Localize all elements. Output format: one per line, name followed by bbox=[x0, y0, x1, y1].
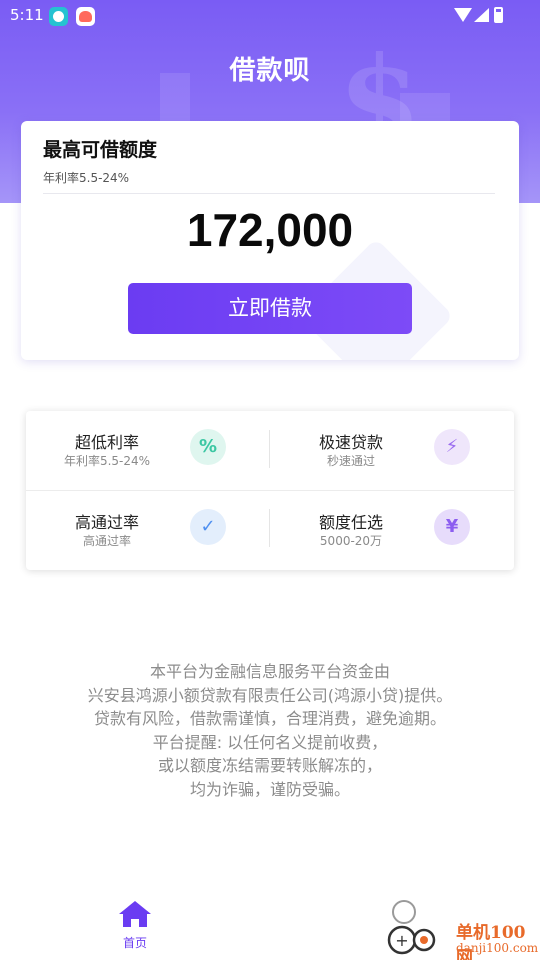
lightning-icon: ⚡ bbox=[434, 429, 470, 465]
feature-subtitle: 5000-20万 bbox=[319, 534, 383, 548]
tab-home[interactable]: 首页 bbox=[105, 896, 165, 956]
disclaimer-line: 均为诈骗，谨防受骗。 bbox=[189, 779, 350, 799]
feature-title: 超低利率 bbox=[74, 433, 139, 452]
signal-icon bbox=[474, 8, 489, 22]
feature-flexible-amount: 额度任选 5000-20万 ¥ bbox=[286, 491, 530, 570]
system-icons bbox=[454, 6, 508, 26]
divider bbox=[43, 193, 495, 194]
notification-app-icon bbox=[76, 7, 95, 26]
feature-title: 额度任选 bbox=[318, 513, 383, 532]
tab-home-label: 首页 bbox=[122, 936, 147, 950]
annual-rate-text: 年利率5.5-24% bbox=[43, 171, 130, 185]
feature-high-approval: 高通过率 高通过率 ✓ bbox=[42, 491, 286, 570]
disclaimer-line: 本平台为金融信息服务平台资金由 bbox=[149, 662, 390, 681]
feature-subtitle: 年利率5.5-24% bbox=[63, 454, 151, 468]
loan-limit-card: 最高可借额度 年利率5.5-24% 172,000 立即借款 bbox=[21, 121, 519, 360]
feature-title: 极速贷款 bbox=[318, 433, 383, 452]
watermark-url: danji100.com bbox=[456, 941, 539, 955]
borrow-now-button[interactable]: 立即借款 bbox=[128, 283, 412, 334]
disclaimer-line: 贷款有风险，借款需谨慎，合理消费，避免逾期。 bbox=[93, 709, 446, 728]
battery-icon bbox=[494, 7, 503, 23]
feature-low-rate: 超低利率 年利率5.5-24% % bbox=[42, 411, 286, 490]
disclaimer-line: 兴安县鸿源小额贷款有限责任公司(鸿源小贷)提供。 bbox=[87, 685, 453, 705]
percent-icon: % bbox=[190, 429, 226, 465]
disclaimer-line: 平台提醒: 以任何名义提前收费， bbox=[152, 732, 388, 752]
status-time: 5:11 bbox=[10, 6, 44, 24]
risk-disclaimer: 本平台为金融信息服务平台资金由 兴安县鸿源小额贷款有限责任公司(鸿源小贷)提供。… bbox=[0, 660, 540, 801]
page-title: 借款呗 bbox=[229, 56, 311, 86]
features-panel: 超低利率 年利率5.5-24% % 极速贷款 秒速通过 ⚡ 高通过率 高通过率 … bbox=[26, 411, 514, 570]
notification-app-icon bbox=[49, 7, 68, 26]
watermark-logo-icon: + bbox=[387, 925, 436, 955]
status-bar: 5:11 bbox=[0, 0, 540, 32]
limit-amount: 172,000 bbox=[186, 204, 354, 256]
feature-subtitle: 高通过率 bbox=[82, 534, 131, 548]
check-icon: ✓ bbox=[190, 509, 226, 545]
site-watermark: + 单机100网 danji100.com bbox=[386, 912, 540, 960]
svg-text:+: + bbox=[395, 931, 408, 950]
disclaimer-line: 或以额度冻结需要转账解冻的， bbox=[157, 756, 382, 775]
feature-subtitle: 秒速通过 bbox=[326, 454, 375, 468]
feature-fast-loan: 极速贷款 秒速通过 ⚡ bbox=[286, 411, 530, 490]
home-icon bbox=[119, 901, 151, 927]
yen-icon: ¥ bbox=[434, 509, 470, 545]
feature-title: 高通过率 bbox=[74, 513, 139, 532]
wifi-icon bbox=[454, 8, 472, 22]
limit-title: 最高可借额度 bbox=[43, 139, 158, 161]
